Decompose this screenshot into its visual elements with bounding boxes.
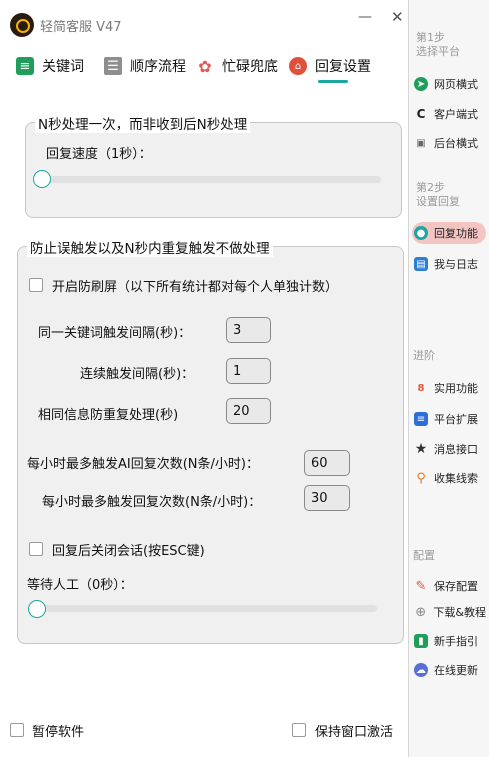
wait-human-slider-track[interactable] [32,605,377,612]
toggle-icon: ● [414,226,428,240]
reply-max-label: 每小时最多触发回复次数(N条/小时)： [42,495,262,510]
sidebar-item-label: 客户端式 [434,108,478,121]
reply-speed-slider-track[interactable] [40,176,381,183]
reply-speed-group-title: N秒处理一次，而非收到后N秒处理 [35,113,251,133]
antispam-checkbox[interactable] [29,278,43,292]
keep-window-active-checkbox[interactable] [292,723,306,737]
keyword-interval-label: 同一关键词触发间隔(秒)： [38,326,192,341]
sidebar-item-label: 下载&教程 [433,606,486,619]
sidebar-item-label: 网页横式 [434,78,478,91]
sidebar-config-heading: 配置 [413,549,435,562]
flower-icon: ✿ [198,56,212,76]
document-icon: ☰ [104,57,122,75]
sidebar-item-label: 实用功能 [434,382,478,395]
pause-software-label: 暂停软件 [32,725,85,740]
reply-speed-label: 回复速度（1秒）： [46,147,152,162]
continuous-interval-label: 连续触发间隔(秒)： [80,367,195,382]
sidebar-item-backend-mode[interactable]: ▣ 后台横式 [412,132,486,154]
star-icon: ★ [414,441,428,457]
reply-max-input[interactable] [304,485,350,511]
sidebar-item-beginner-guide[interactable]: ▮ 新手指引 [412,630,486,652]
window-icon: ▣ [416,137,426,149]
sidebar-item-save-config[interactable]: ✎ 保存配置 [412,575,486,597]
active-tab-indicator [318,80,348,83]
pause-software-checkbox[interactable] [10,723,24,737]
sidebar-item-label: 保存配置 [434,580,478,593]
tab-keywords-label: 关键词 [42,59,84,75]
sidebar-advanced-heading: 进阶 [413,349,435,362]
tab-sequence-flow-label: 顺序流程 [130,59,186,75]
sidebar-item-my-log[interactable]: ▤ 我与日志 [412,253,486,275]
continuous-interval-input[interactable] [226,358,271,384]
anti-duplicate-group-title: 防止误触发以及N秒内重复触发不做处理 [27,237,273,257]
wait-human-label: 等待人工（0秒）： [27,578,133,593]
cloud-icon: ☁ [414,663,428,677]
sidebar-item-label: 在线更新 [434,664,478,677]
tab-keywords[interactable]: ≡ 关键词 [16,55,84,77]
sidebar-item-online-update[interactable]: ☁ 在线更新 [412,659,486,681]
sidebar-item-label: 新手指引 [434,635,478,648]
app-title: 轻简客服 V47 [40,20,122,35]
sidebar-item-download-tutorial[interactable]: ⊕ 下载&教程 [412,601,486,623]
sidebar-step1-heading: 第1步 选择平台 [416,31,460,58]
reply-settings-icon: ⌂ [289,57,307,75]
edit-icon: ✎ [415,578,427,594]
minimize-button[interactable]: — [358,9,372,25]
close-session-checkbox[interactable] [29,542,43,556]
sidebar-item-client-mode[interactable]: C 客户端式 [412,103,486,125]
antispam-label: 开启防刷屏（以下所有统计都对每个人单独计数） [52,280,339,295]
sidebar-item-web-mode[interactable]: ➤ 网页横式 [412,73,486,95]
sidebar-step2-heading: 第2步 设置回复 [416,181,460,208]
tab-reply-settings[interactable]: ⌂ 回复设置 [289,55,371,77]
tab-reply-settings-label: 回复设置 [315,59,371,75]
list-icon: ≡ [414,412,428,426]
sidebar-item-label: 回复功能 [434,227,478,240]
sidebar-item-message-api[interactable]: ★ 消息接口 [412,438,486,460]
sidebar-item-reply-function[interactable]: ● 回复功能 [412,222,486,244]
tools-icon: 8 [417,382,425,394]
tab-busy-fallback-label: 忙碌兜底 [222,59,278,75]
wait-human-slider-knob[interactable] [28,600,46,618]
sidebar-item-utility[interactable]: 8 实用功能 [412,377,486,399]
keep-window-active-label: 保持窗口激活 [315,725,394,740]
book-icon: ≡ [16,57,34,75]
tab-sequence-flow[interactable]: ☰ 顺序流程 [104,55,186,77]
client-icon: C [416,107,426,121]
duplicate-interval-input[interactable] [226,398,271,424]
close-session-label: 回复后关闭会话(按ESC键) [52,544,205,559]
sidebar-item-label: 后台横式 [434,137,478,150]
tab-busy-fallback[interactable]: ✿ 忙碌兜底 [196,55,278,77]
keyword-interval-input[interactable] [226,317,271,343]
app-logo [10,13,34,37]
search-icon: ⚲ [416,470,426,486]
globe-icon: ⊕ [415,604,427,620]
sidebar-item-platform-ext[interactable]: ≡ 平台扩展 [412,408,486,430]
sidebar-item-label: 收集线索 [434,472,478,485]
ai-max-input[interactable] [304,450,350,476]
sidebar-item-label: 平台扩展 [434,413,478,426]
guide-icon: ▮ [414,634,428,648]
duplicate-interval-label: 相同信息防重复处理(秒) [38,408,179,423]
compass-icon: ➤ [414,77,428,91]
reply-speed-group [25,122,402,218]
sidebar-item-collect-leads[interactable]: ⚲ 收集线索 [412,467,486,489]
sidebar-item-label: 我与日志 [434,258,478,271]
sidebar-item-label: 消息接口 [434,443,478,456]
reply-speed-slider-knob[interactable] [33,170,51,188]
contact-card-icon: ▤ [414,257,428,271]
ai-max-label: 每小时最多触发AI回复次数(N条/小时)： [27,457,259,472]
close-button[interactable]: ✕ [391,8,404,26]
